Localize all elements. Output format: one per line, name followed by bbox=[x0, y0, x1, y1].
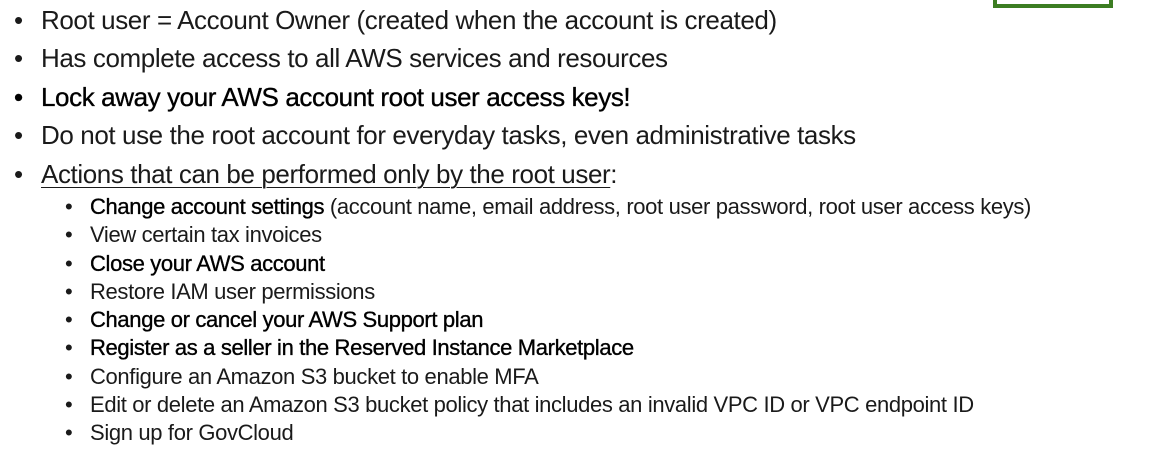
action-item: Edit or delete an Amazon S3 bucket polic… bbox=[41, 391, 1155, 420]
action-bold-text: Change or cancel your AWS Support plan bbox=[90, 307, 484, 333]
action-text: Restore IAM user permissions bbox=[90, 278, 375, 304]
action-text: Configure an Amazon S3 bucket to enable … bbox=[90, 363, 539, 389]
action-item: Sign up for GovCloud bbox=[41, 419, 1155, 448]
action-item: Register as a seller in the Reserved Ins… bbox=[41, 334, 1155, 363]
action-text: View certain tax invoices bbox=[90, 222, 322, 248]
bullet-text: Has complete access to all AWS services … bbox=[41, 43, 668, 73]
bullet-root-user-definition: Root user = Account Owner (created when … bbox=[0, 1, 1155, 39]
bullet-lock-away-keys: Lock away your AWS account root user acc… bbox=[0, 78, 1155, 117]
bullet-no-everyday-use: Do not use the root account for everyday… bbox=[0, 116, 1155, 155]
bullet-root-only-actions: Actions that can be performed only by th… bbox=[0, 155, 1155, 448]
action-text: Sign up for GovCloud bbox=[90, 420, 294, 446]
action-bold-text: Close your AWS account bbox=[90, 250, 326, 276]
bullet-text: Do not use the root account for everyday… bbox=[41, 120, 856, 150]
bullet-text: Root user = Account Owner (created when … bbox=[41, 5, 777, 35]
bullet-text: Lock away your AWS account root user acc… bbox=[41, 81, 631, 112]
action-item: Close your AWS account bbox=[41, 250, 1155, 279]
action-item: View certain tax invoices bbox=[41, 221, 1155, 250]
action-bold-text: Register as a seller in the Reserved Ins… bbox=[90, 335, 634, 361]
action-item: Change or cancel your AWS Support plan bbox=[41, 306, 1155, 335]
heading-colon: : bbox=[610, 158, 618, 189]
action-detail-text: (account name, email address, root user … bbox=[324, 194, 1031, 219]
action-item: Configure an Amazon S3 bucket to enable … bbox=[41, 363, 1155, 392]
bullet-complete-access: Has complete access to all AWS services … bbox=[0, 39, 1155, 78]
action-bold-text: Change account settings bbox=[90, 194, 325, 219]
action-item: Restore IAM user permissions bbox=[41, 278, 1155, 307]
action-text: Edit or delete an Amazon S3 bucket polic… bbox=[90, 392, 974, 418]
root-only-actions-list: Change account settings (account name, e… bbox=[41, 193, 1155, 448]
action-item: Change account settings (account name, e… bbox=[41, 193, 1155, 222]
root-only-actions-heading: Actions that can be performed only by th… bbox=[41, 158, 611, 189]
root-user-bullet-list: Root user = Account Owner (created when … bbox=[0, 0, 1155, 448]
